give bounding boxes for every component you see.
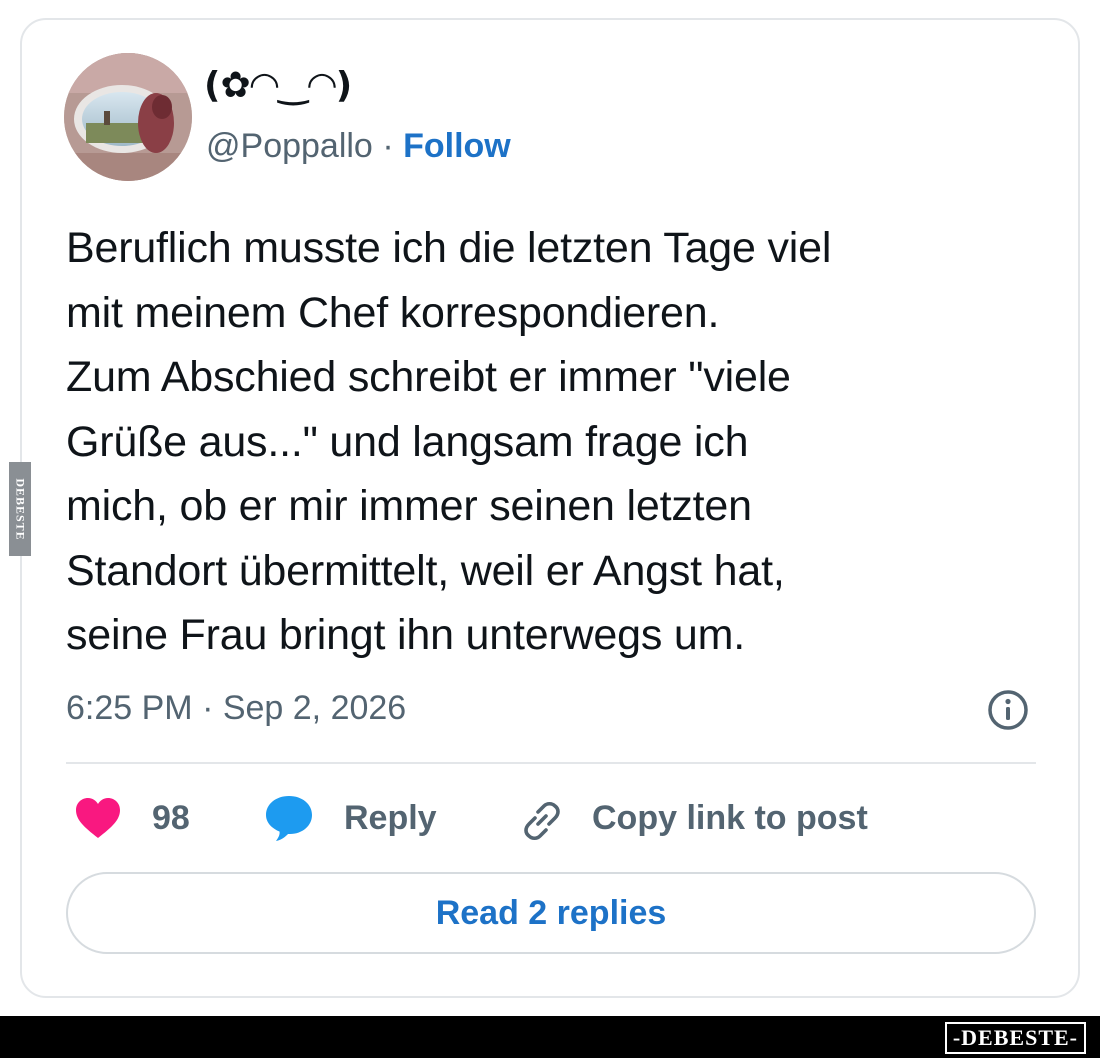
page: (✿◠‿◠) @Poppallo · Follow Beruflich muss… [0,0,1100,1058]
reply-button[interactable]: Reply [264,790,437,846]
handle-separator: · [382,127,394,165]
reply-label: Reply [344,798,437,837]
avatar-image [64,53,192,181]
tweet-timestamp[interactable]: 6:25 PM · Sep 2, 2026 [66,688,406,728]
side-watermark-text: DEBESTE [13,477,28,541]
follow-button[interactable]: Follow [403,127,511,165]
bottom-watermark-bar: -DEBESTE- [0,1016,1100,1058]
divider [66,762,1036,764]
link-icon [524,801,560,841]
user-handle[interactable]: @Poppallo [206,127,373,165]
like-count: 98 [152,798,190,837]
tweet-card: (✿◠‿◠) @Poppallo · Follow Beruflich muss… [20,18,1080,998]
read-replies-button[interactable]: Read 2 replies [66,872,1036,954]
side-watermark: DEBESTE [9,462,31,556]
heart-icon [76,798,120,838]
display-name[interactable]: (✿◠‿◠) [204,66,352,106]
copy-link-label: Copy link to post [592,798,868,837]
like-button[interactable]: 98 [74,790,190,846]
watermark-logo: -DEBESTE- [944,1022,1086,1054]
info-icon[interactable] [986,688,1030,732]
read-replies-label: Read 2 replies [435,893,667,932]
copy-link-button[interactable]: Copy link to post [516,790,868,846]
avatar[interactable] [64,53,192,181]
action-bar: 98 Reply Copy link to post [66,790,1046,846]
tweet-text: Beruflich musste ich die letzten Tage vi… [66,224,832,659]
speech-bubble-icon [266,796,312,841]
handle-row: @Poppallo · Follow [206,126,511,166]
